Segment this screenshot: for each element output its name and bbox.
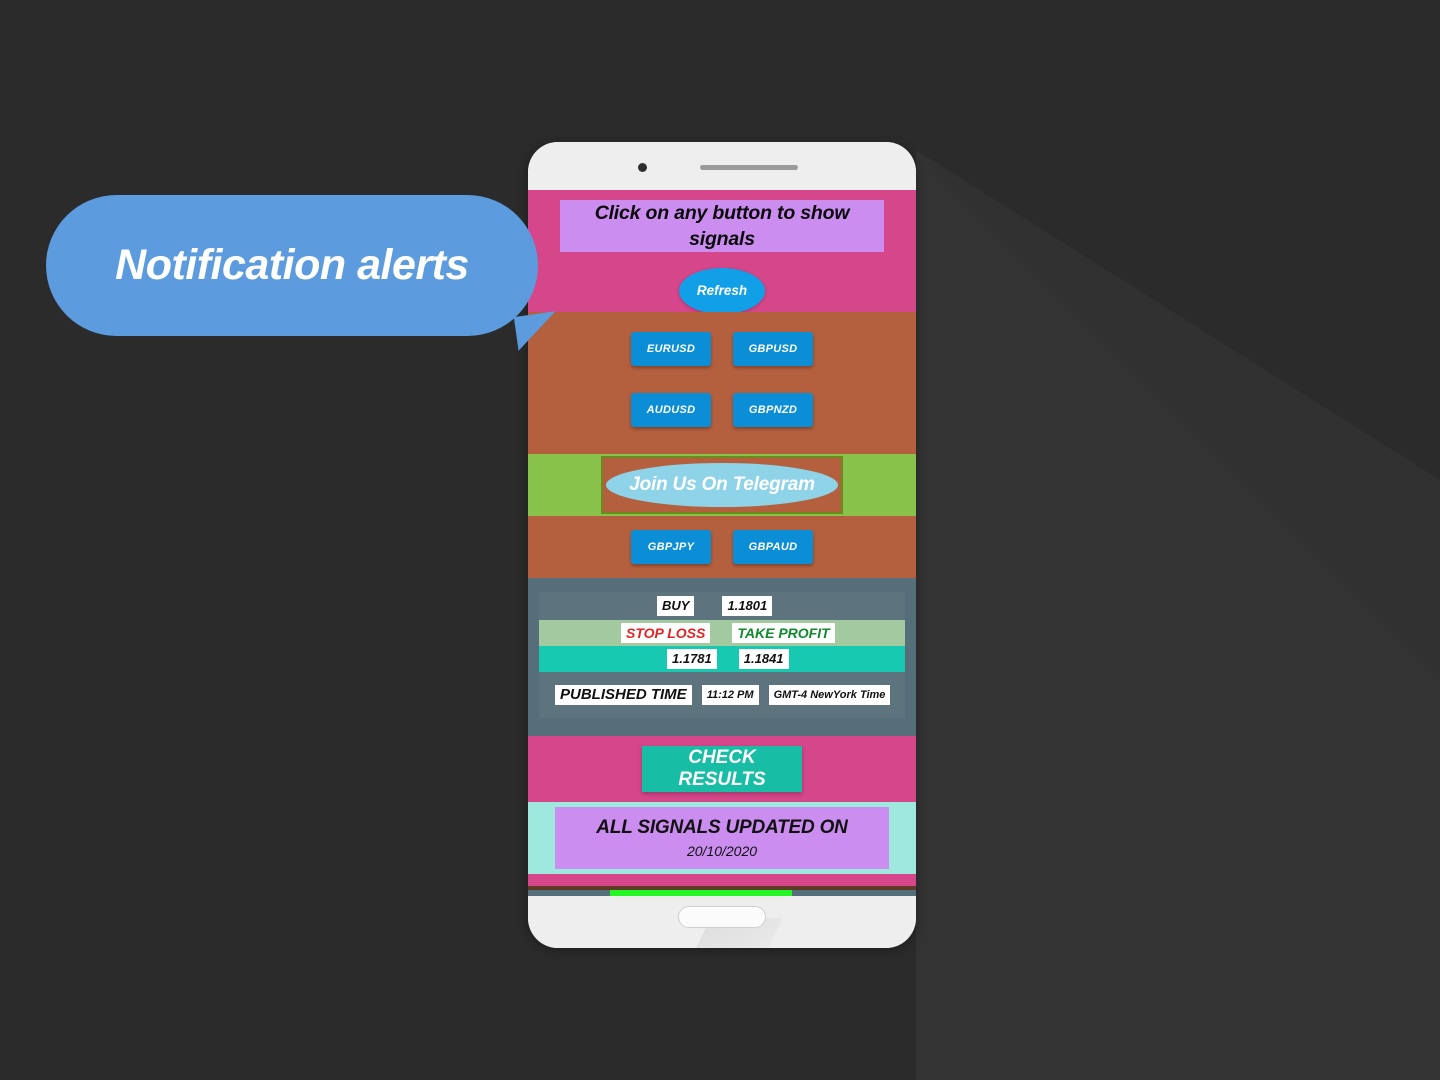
signal-panel: BUY 1.1801 STOP LOSS TAKE PROFIT 1.1781 … xyxy=(528,578,916,736)
published-timezone: GMT-4 NewYork Time xyxy=(768,685,891,705)
stop-loss-label: STOP LOSS xyxy=(621,623,711,643)
stop-loss-value: 1.1781 xyxy=(667,649,717,669)
pair-button-eurusd[interactable]: EURUSD xyxy=(631,332,711,366)
results-band: CHECK RESULTS xyxy=(528,736,916,802)
currency-pairs-band-top: EURUSD GBPUSD AUDUSD GBPNZD xyxy=(528,312,916,454)
callout-bubble-tail xyxy=(513,311,561,351)
pair-row-1: EURUSD GBPUSD xyxy=(528,332,916,366)
join-telegram-button[interactable]: Join Us On Telegram xyxy=(606,463,838,507)
page-title: Click on any button to show signals xyxy=(560,200,884,252)
signal-labels-row: STOP LOSS TAKE PROFIT xyxy=(539,620,905,646)
pair-button-gbpnzd[interactable]: GBPNZD xyxy=(733,393,813,427)
published-time-row: PUBLISHED TIME 11:12 PM GMT-4 NewYork Ti… xyxy=(539,672,905,718)
speaker-grille-icon xyxy=(700,165,798,170)
app-screen: Click on any button to show signals Refr… xyxy=(528,190,916,896)
phone-device: Click on any button to show signals Refr… xyxy=(528,142,916,948)
check-results-button[interactable]: CHECK RESULTS xyxy=(642,746,802,792)
take-profit-label: TAKE PROFIT xyxy=(732,623,835,643)
signal-card: BUY 1.1801 STOP LOSS TAKE PROFIT 1.1781 … xyxy=(539,592,905,718)
updated-band: ALL SIGNALS UPDATED ON 20/10/2020 xyxy=(528,802,916,874)
pair-button-gbpusd[interactable]: GBPUSD xyxy=(733,332,813,366)
signal-entry-row: BUY 1.1801 xyxy=(539,592,905,620)
telegram-box: Join Us On Telegram xyxy=(601,456,843,514)
updated-title: ALL SIGNALS UPDATED ON xyxy=(596,817,848,838)
updated-box: ALL SIGNALS UPDATED ON 20/10/2020 xyxy=(555,807,889,869)
refresh-button[interactable]: Refresh xyxy=(679,268,765,314)
updated-date: 20/10/2020 xyxy=(686,843,758,859)
take-profit-value: 1.1841 xyxy=(738,649,789,669)
callout-bubble: Notification alerts xyxy=(46,195,561,351)
signal-direction: BUY xyxy=(657,596,695,616)
phone-top-bezel xyxy=(528,142,916,190)
signal-values-row: 1.1781 1.1841 xyxy=(539,646,905,672)
phone-bottom-bezel xyxy=(528,896,916,948)
published-time-value: 11:12 PM xyxy=(701,685,759,705)
pair-button-audusd[interactable]: AUDUSD xyxy=(631,393,711,427)
published-time-label: PUBLISHED TIME xyxy=(555,685,692,705)
home-button[interactable] xyxy=(678,906,766,928)
pair-row-3: GBPJPY GBPAUD xyxy=(528,530,916,564)
pair-button-gbpaud[interactable]: GBPAUD xyxy=(733,530,813,564)
bottom-pink-strip xyxy=(528,874,916,886)
callout-bubble-body: Notification alerts xyxy=(46,195,538,336)
pair-row-2: AUDUSD GBPNZD xyxy=(528,393,916,427)
callout-bubble-text: Notification alerts xyxy=(115,241,469,289)
signal-entry-price: 1.1801 xyxy=(722,596,773,616)
camera-icon xyxy=(638,163,647,172)
telegram-band: Join Us On Telegram xyxy=(528,454,916,516)
header-band: Click on any button to show signals Refr… xyxy=(528,190,916,314)
pair-button-gbpjpy[interactable]: GBPJPY xyxy=(631,530,711,564)
currency-pairs-band-bottom: GBPJPY GBPAUD xyxy=(528,516,916,578)
